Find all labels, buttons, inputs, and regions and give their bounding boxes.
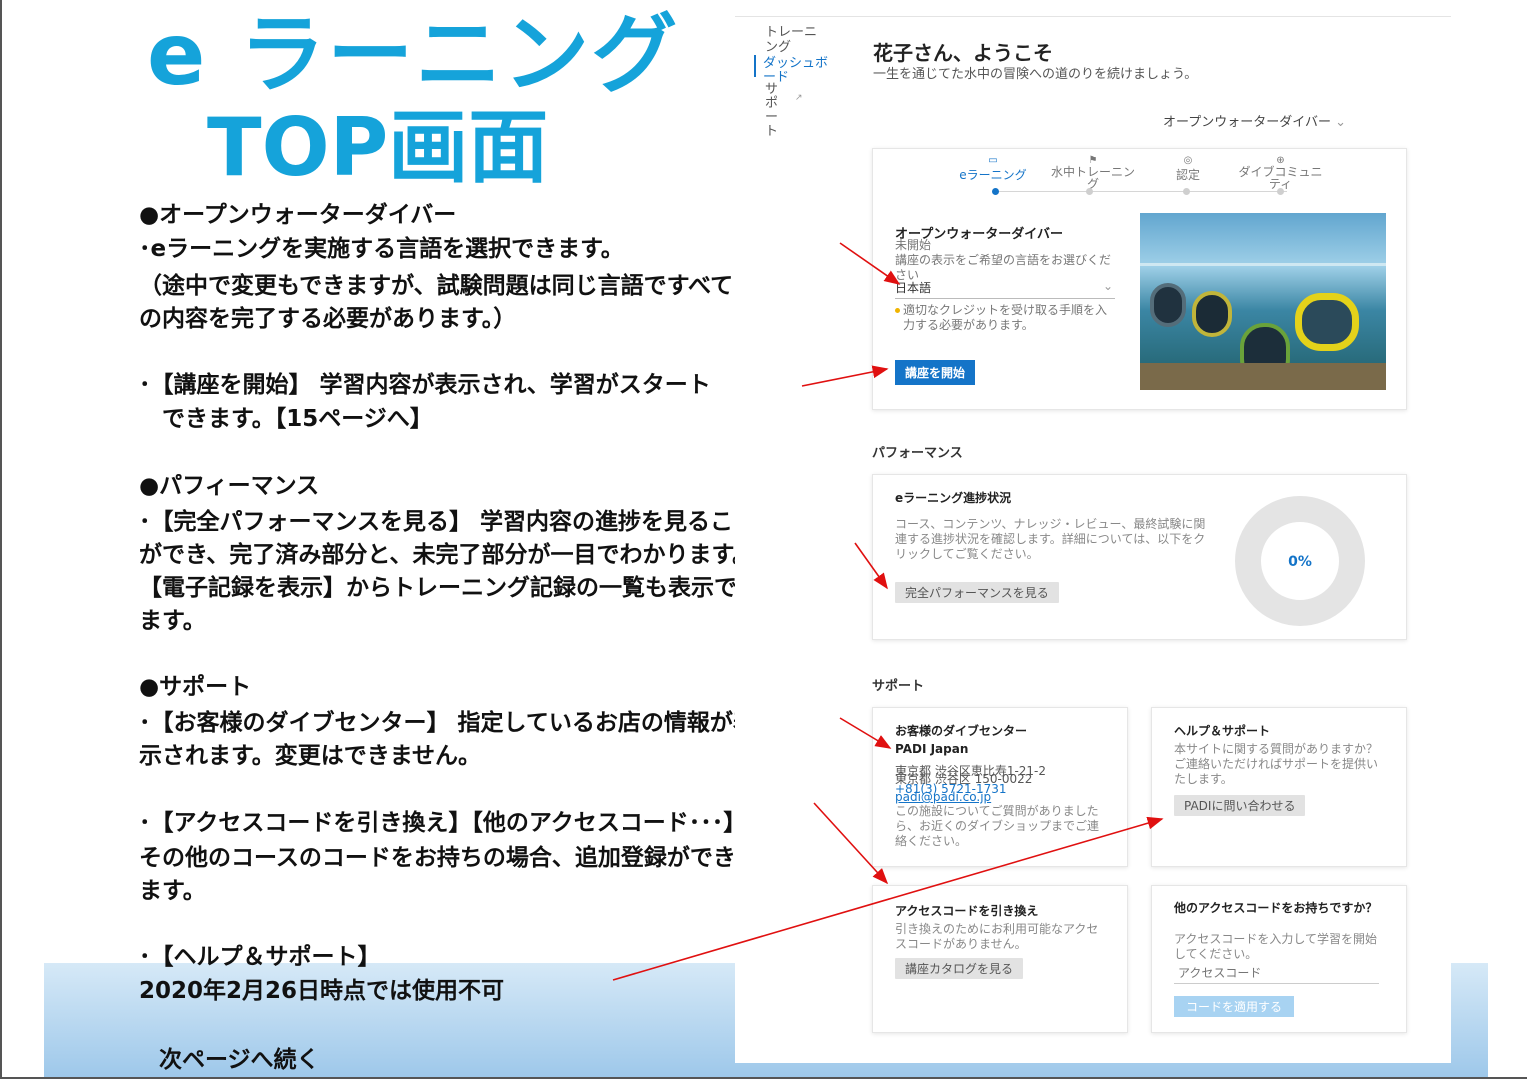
- arrow-help-support: [612, 816, 1164, 981]
- annotation-arrows: [612, 242, 1164, 981]
- arrow-language: [839, 242, 901, 285]
- arrow-access-code: [813, 802, 889, 885]
- arrow-performance: [854, 542, 888, 590]
- slide: e ラーニング TOP画面 ●オープンウォーターダイバー ･eラーニングを実施す…: [0, 0, 1527, 1079]
- arrow-dive-center: [839, 717, 892, 749]
- arrow-start-course: [801, 365, 889, 387]
